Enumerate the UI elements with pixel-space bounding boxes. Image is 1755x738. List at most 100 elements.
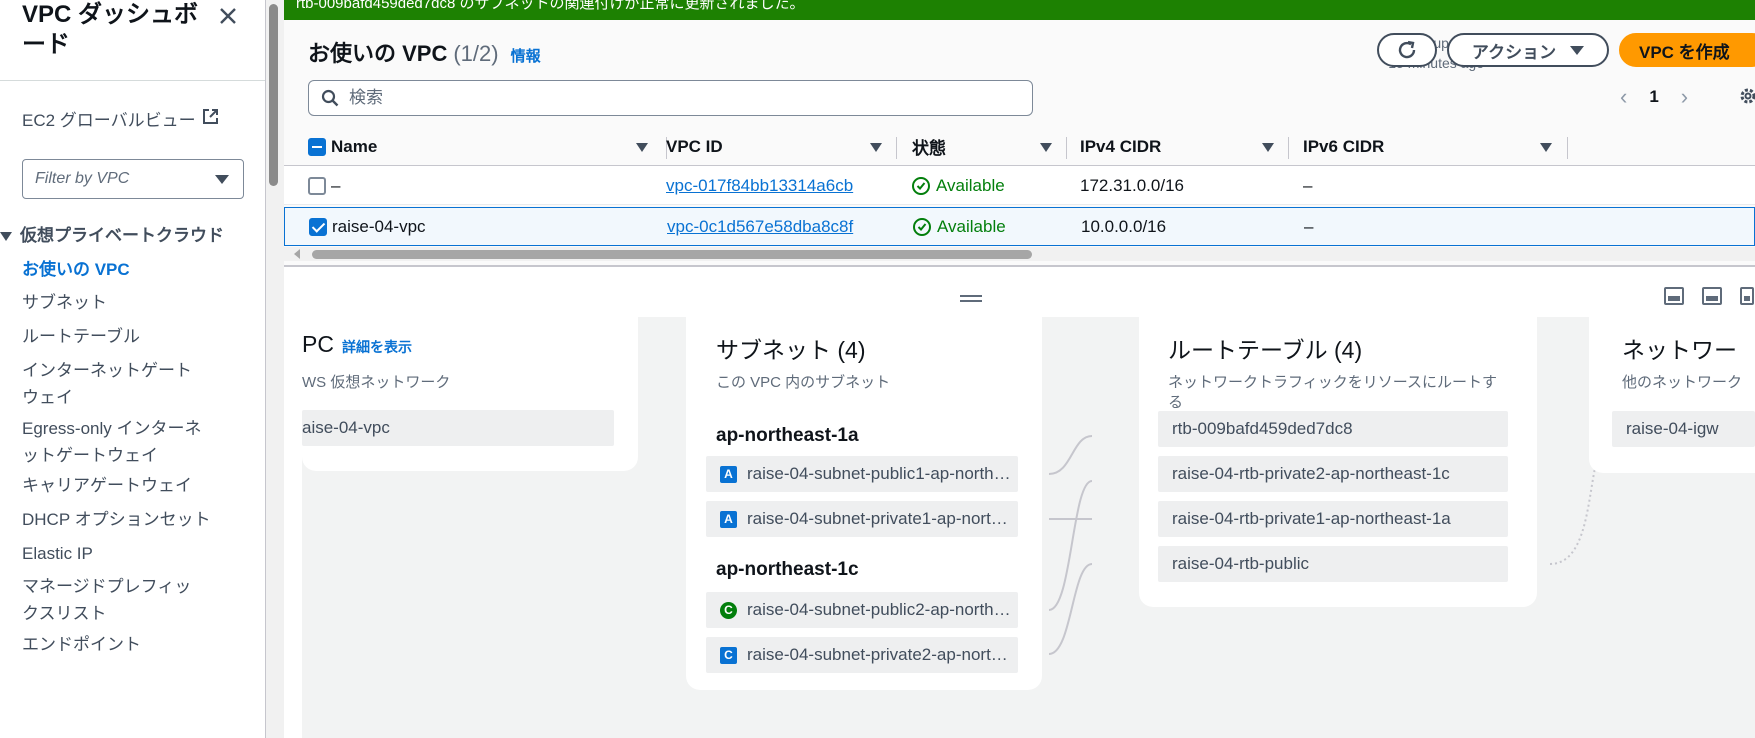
sidebar-item-your-vpcs[interactable]: お使いの VPC xyxy=(22,256,232,283)
column-label: 状態 xyxy=(912,139,946,158)
vpc-id-link[interactable]: vpc-0c1d567e58dba8c8f xyxy=(667,208,853,245)
success-flash-bar: rtb-009bafd459ded7dc8 のサブネットの関連付けが正常に更新さ… xyxy=(284,0,1755,20)
route-table-item[interactable]: raise-04-rtb-private2-ap-northeast-1c xyxy=(1158,456,1508,492)
current-page[interactable]: 1 xyxy=(1649,87,1658,107)
az-a-icon: A xyxy=(720,510,737,528)
info-link[interactable]: 情報 xyxy=(511,45,541,66)
panel-bottom-icon[interactable] xyxy=(1664,287,1684,305)
close-icon[interactable] xyxy=(212,0,244,32)
sidebar-divider xyxy=(0,80,265,81)
sidebar-item-route-tables[interactable]: ルートテーブル xyxy=(22,323,232,350)
sidebar-item-endpoints[interactable]: エンドポイント xyxy=(22,631,232,658)
route-tables-card: ルートテーブル (4) ネットワークトラフィックをリソースにルートする rtb-… xyxy=(1139,317,1537,607)
status-text: Available xyxy=(937,216,1006,236)
pagination: ‹ 1 › xyxy=(1620,84,1688,110)
table-row-selected[interactable]: raise-04-vpc vpc-0c1d567e58dba8c8f Avail… xyxy=(284,207,1755,246)
subnets-card-title: サブネット (4) xyxy=(716,337,866,363)
sidebar-section-label: 仮想プライベートクラウド xyxy=(20,226,224,245)
column-divider[interactable] xyxy=(1567,137,1568,159)
gear-icon[interactable] xyxy=(1738,86,1755,111)
sort-icon[interactable] xyxy=(636,143,648,152)
search-input[interactable] xyxy=(349,88,999,108)
row-checkbox[interactable] xyxy=(309,218,327,236)
sidebar-scrollbar-thumb[interactable] xyxy=(269,4,278,186)
refresh-button[interactable] xyxy=(1377,33,1437,67)
route-table-item[interactable]: raise-04-rtb-private1-ap-northeast-1a xyxy=(1158,501,1508,537)
search-field[interactable] xyxy=(308,80,1033,116)
sort-icon[interactable] xyxy=(870,143,882,152)
vpc-id-link[interactable]: vpc-017f84bb13314a6cb xyxy=(666,166,853,205)
cell-ipv4-cidr: 172.31.0.0/16 xyxy=(1080,175,1184,195)
scroll-left-icon[interactable] xyxy=(294,249,300,259)
previous-page-icon[interactable]: ‹ xyxy=(1620,84,1627,110)
actions-button[interactable]: アクション xyxy=(1447,33,1609,67)
column-label: VPC ID xyxy=(666,136,723,156)
column-header-ipv4-cidr[interactable]: IPv4 CIDR xyxy=(1080,127,1280,166)
vpc-filter-select[interactable]: Filter by VPC xyxy=(22,159,244,199)
ec2-global-view-link[interactable]: EC2 グローバルビュー xyxy=(22,106,219,131)
status-success-icon xyxy=(913,217,931,236)
vpc-item[interactable]: aise-04-vpc xyxy=(302,410,614,446)
sidebar-item-carrier-gateways[interactable]: キャリアゲートウェイ xyxy=(22,472,232,499)
select-all-checkbox[interactable] xyxy=(308,138,326,156)
ec2-global-view-label: EC2 グローバルビュー xyxy=(22,111,196,130)
internet-gateway-item[interactable]: raise-04-igw xyxy=(1612,411,1755,447)
sidebar-item-egress-only-gateways[interactable]: Egress-only インターネットゲートウェイ xyxy=(22,415,207,469)
sidebar-item-subnets[interactable]: サブネット xyxy=(22,289,232,316)
cell-ipv6-cidr: – xyxy=(1304,216,1314,236)
sidebar-item-internet-gateways[interactable]: インターネットゲートウェイ xyxy=(22,357,202,411)
create-vpc-button[interactable]: VPC を作成 xyxy=(1619,33,1755,67)
scrollbar-thumb[interactable] xyxy=(312,250,1032,259)
sidebar-section-vpc[interactable]: 仮想プライベートクラウド xyxy=(0,222,235,249)
subnets-card: サブネット (4) この VPC 内のサブネット ap-northeast-1a… xyxy=(686,317,1042,690)
cell-name: – xyxy=(331,175,341,195)
sort-icon[interactable] xyxy=(1262,143,1274,152)
table-header: お使いの VPC (1/2) 情報 xyxy=(308,36,541,68)
column-label: Name xyxy=(331,136,378,156)
sidebar-item-dhcp-option-sets[interactable]: DHCP オプションセット xyxy=(22,506,232,533)
sort-icon[interactable] xyxy=(1540,143,1552,152)
subnet-item[interactable]: A raise-04-subnet-public1-ap-north… xyxy=(706,456,1018,492)
drag-handle-icon[interactable] xyxy=(960,295,982,305)
network-card-title: ネットワー xyxy=(1622,337,1737,363)
az-heading: ap-northeast-1c xyxy=(716,559,859,580)
subnet-item[interactable]: A raise-04-subnet-private1-ap-nort… xyxy=(706,501,1018,537)
vpc-card-subtitle: WS 仮想ネットワーク xyxy=(302,374,451,391)
column-header-ipv6-cidr[interactable]: IPv6 CIDR xyxy=(1303,127,1543,166)
table-row[interactable]: – vpc-017f84bb13314a6cb Available 172.31… xyxy=(284,166,1755,205)
subnet-label: raise-04-subnet-private2-ap-nort… xyxy=(747,645,1008,664)
sidebar-item-managed-prefix-lists[interactable]: マネージドプレフィックスリスト xyxy=(22,573,207,627)
sort-icon[interactable] xyxy=(1040,143,1052,152)
view-details-link[interactable]: 詳細を表示 xyxy=(342,339,412,355)
column-divider[interactable] xyxy=(896,137,897,159)
refresh-icon xyxy=(1398,40,1416,59)
flash-message: rtb-009bafd459ded7dc8 のサブネットの関連付けが正常に更新さ… xyxy=(296,0,805,12)
column-header-name[interactable]: Name xyxy=(331,127,661,166)
subnet-label: raise-04-subnet-private1-ap-nort… xyxy=(747,509,1008,528)
selection-count: (1/2) xyxy=(453,41,499,66)
create-vpc-label: VPC を作成 xyxy=(1639,42,1730,62)
route-table-item[interactable]: rtb-009bafd459ded7dc8 xyxy=(1158,411,1508,447)
subnets-card-subtitle: この VPC 内のサブネット xyxy=(716,374,891,391)
column-label: IPv6 CIDR xyxy=(1303,136,1385,156)
subnet-item[interactable]: C raise-04-subnet-private2-ap-nort… xyxy=(706,637,1018,673)
column-divider[interactable] xyxy=(1066,137,1067,159)
vpc-card-title: PC 詳細を表示 xyxy=(302,331,412,358)
row-checkbox[interactable] xyxy=(308,177,326,195)
table-horizontal-scrollbar[interactable] xyxy=(284,247,1755,261)
sidebar-item-elastic-ip[interactable]: Elastic IP xyxy=(22,540,232,567)
route-tables-card-title: ルートテーブル (4) xyxy=(1168,337,1363,363)
cell-ipv4-cidr: 10.0.0.0/16 xyxy=(1081,216,1167,236)
network-connections-card: ネットワー 他のネットワーク raise-04-igw xyxy=(1589,317,1755,473)
az-a-icon: A xyxy=(720,465,737,483)
column-divider[interactable] xyxy=(1288,137,1289,159)
az-c-icon: C xyxy=(720,646,737,664)
side-navigation: VPC ダッシュボード EC2 グローバルビュー Filter by VPC 仮… xyxy=(0,0,266,738)
table-header-row: Name VPC ID 状態 IPv4 CIDR IPv6 CIDR xyxy=(284,127,1755,166)
actions-label: アクション xyxy=(1471,42,1557,62)
panel-bottom-filled-icon[interactable] xyxy=(1702,287,1722,305)
route-table-item[interactable]: raise-04-rtb-public xyxy=(1158,546,1508,582)
subnet-item[interactable]: C raise-04-subnet-public2-ap-north… xyxy=(706,592,1018,628)
panel-side-icon[interactable] xyxy=(1740,287,1754,305)
next-page-icon[interactable]: › xyxy=(1681,84,1688,110)
